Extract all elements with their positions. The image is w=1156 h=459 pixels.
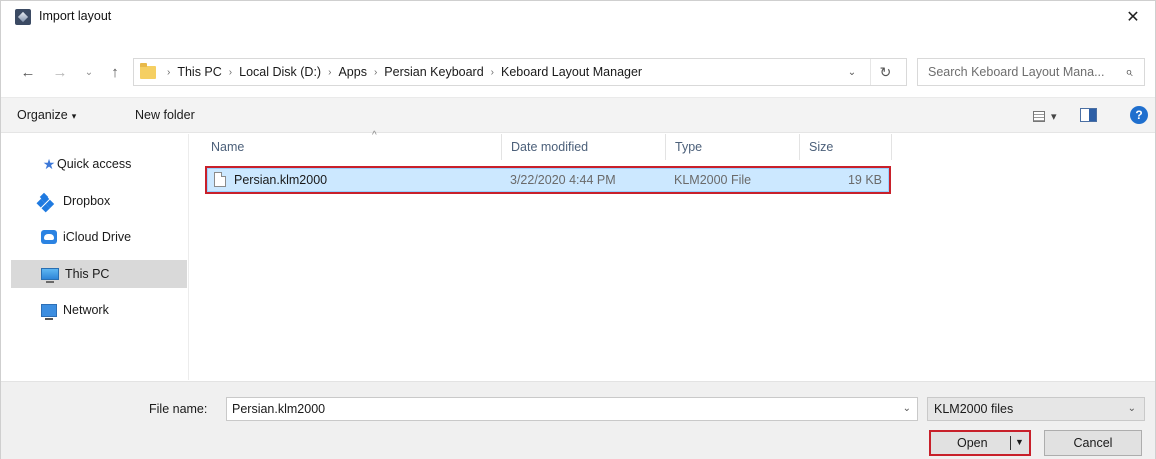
arrow-left-icon: ← <box>20 63 36 81</box>
command-bar: Organize ▾ New folder ▾ ? <box>1 97 1155 133</box>
breadcrumb-separator[interactable]: › <box>374 67 377 78</box>
caret-down-icon: ▾ <box>71 111 77 121</box>
table-row[interactable]: Persian.klm2000 3/22/2020 4:44 PM KLM200… <box>205 166 891 194</box>
pc-icon <box>41 268 59 283</box>
file-name-field[interactable]: Persian.klm2000 ⌄ <box>226 397 918 421</box>
column-divider[interactable] <box>891 134 892 160</box>
breadcrumb-this-pc[interactable]: This PC <box>177 65 221 79</box>
caret-down-icon[interactable]: ▼ <box>1015 437 1024 447</box>
details-view-icon <box>1033 110 1045 122</box>
bottom-panel: File name: Persian.klm2000 ⌄ KLM2000 fil… <box>1 381 1155 459</box>
sidebar-item-label: iCloud Drive <box>63 230 132 244</box>
column-header-type[interactable]: Type <box>675 140 702 154</box>
type-cell: KLM2000 File <box>674 173 752 187</box>
file-type-value: KLM2000 files <box>934 402 1014 416</box>
split-divider <box>1010 436 1011 450</box>
sidebar-item-label: This PC <box>65 267 110 281</box>
close-button[interactable]: ✕ <box>1111 1 1155 33</box>
breadcrumb-separator[interactable]: › <box>229 67 232 78</box>
column-header-size[interactable]: Size <box>809 140 833 154</box>
chevron-down-icon: ⌄ <box>847 66 857 78</box>
dropbox-icon <box>41 194 57 208</box>
file-name-value: Persian.klm2000 <box>232 402 326 416</box>
back-button[interactable]: ← <box>17 57 39 87</box>
refresh-button[interactable]: ↻ <box>870 59 900 85</box>
sidebar-item-network[interactable]: Network <box>11 296 187 324</box>
size-cell: 19 KB <box>847 173 882 187</box>
file-list[interactable]: Name ^ Date modified Type Size Persian.k… <box>189 130 1156 380</box>
column-divider[interactable] <box>665 134 666 160</box>
sidebar-item-dropbox[interactable]: Dropbox <box>11 187 187 215</box>
search-placeholder: Search Keboard Layout Mana... <box>928 65 1105 79</box>
address-bar[interactable]: › This PC › Local Disk (D:) › Apps › Per… <box>133 58 907 86</box>
breadcrumb-separator[interactable]: › <box>491 67 494 78</box>
forward-button[interactable]: → <box>49 57 71 87</box>
search-input[interactable]: Search Keboard Layout Mana... ⌕ <box>917 58 1145 86</box>
close-icon: ✕ <box>1126 9 1140 26</box>
search-icon[interactable]: ⌕ <box>1118 61 1140 83</box>
refresh-icon: ↻ <box>879 63 892 80</box>
up-button[interactable]: ↑ <box>105 57 125 87</box>
organize-button[interactable]: Organize ▾ <box>17 108 76 122</box>
breadcrumb-separator: › <box>167 66 171 78</box>
sidebar-item-label: Quick access <box>57 157 132 171</box>
arrow-up-icon: ↑ <box>111 63 119 81</box>
chevron-down-icon: ⌄ <box>84 66 94 78</box>
help-button[interactable]: ? <box>1130 106 1148 124</box>
help-icon: ? <box>1135 108 1143 122</box>
breadcrumb-persian-keyboard[interactable]: Persian Keyboard <box>384 65 483 79</box>
open-button[interactable]: Open ▼ <box>929 430 1031 456</box>
column-header-date-modified[interactable]: Date modified <box>511 140 588 154</box>
sidebar-item-quick-access[interactable]: ★ Quick access <box>11 150 187 178</box>
sidebar-item-icloud-drive[interactable]: iCloud Drive <box>11 223 187 251</box>
breadcrumb-apps[interactable]: Apps <box>338 65 367 79</box>
star-icon: ★ <box>42 156 56 172</box>
app-icon <box>15 9 31 25</box>
sidebar-item-this-pc[interactable]: This PC <box>11 260 187 288</box>
arrow-right-icon: → <box>52 63 68 81</box>
sidebar-item-label: Network <box>63 303 109 317</box>
sidebar-item-label: Dropbox <box>63 194 111 208</box>
date-modified-cell: 3/22/2020 4:44 PM <box>510 173 616 187</box>
file-type-select[interactable]: KLM2000 files ⌄ <box>927 397 1145 421</box>
title-bar: Import layout ✕ <box>1 1 1155 33</box>
navigation-pane: ★ Quick access Dropbox iCloud Drive This… <box>1 134 189 380</box>
file-name-cell: Persian.klm2000 <box>234 173 328 187</box>
icloud-icon <box>41 230 57 244</box>
import-layout-dialog: Import layout ✕ ← → ⌄ ↑ › This PC › Loca… <box>0 0 1156 459</box>
chevron-down-icon[interactable]: ⌄ <box>903 403 911 414</box>
organize-label: Organize <box>17 108 68 122</box>
file-icon <box>214 172 226 187</box>
column-divider[interactable] <box>501 134 502 160</box>
dialog-title: Import layout <box>39 9 112 23</box>
address-history-button[interactable]: ⌄ <box>842 59 862 85</box>
preview-pane-button[interactable] <box>1080 108 1097 122</box>
breadcrumb-separator[interactable]: › <box>328 67 331 78</box>
file-name-label: File name: <box>149 402 208 416</box>
cancel-button[interactable]: Cancel <box>1044 430 1142 456</box>
breadcrumb-local-disk[interactable]: Local Disk (D:) <box>239 65 321 79</box>
network-icon <box>41 303 57 320</box>
open-button-label: Open <box>957 436 988 450</box>
column-header-name[interactable]: Name <box>211 140 244 154</box>
folder-icon <box>140 62 156 79</box>
recent-locations-button[interactable]: ⌄ <box>81 57 97 87</box>
chevron-down-icon: ⌄ <box>1127 403 1136 414</box>
new-folder-button[interactable]: New folder <box>135 108 195 122</box>
caret-down-icon: ▾ <box>1051 110 1057 123</box>
address-row: ← → ⌄ ↑ › This PC › Local Disk (D:) › Ap… <box>1 57 1155 87</box>
sort-ascending-icon: ^ <box>372 130 377 141</box>
breadcrumb-keboard-layout-manager[interactable]: Keboard Layout Manager <box>501 65 642 79</box>
column-divider[interactable] <box>799 134 800 160</box>
change-view-button[interactable]: ▾ <box>1033 107 1063 125</box>
